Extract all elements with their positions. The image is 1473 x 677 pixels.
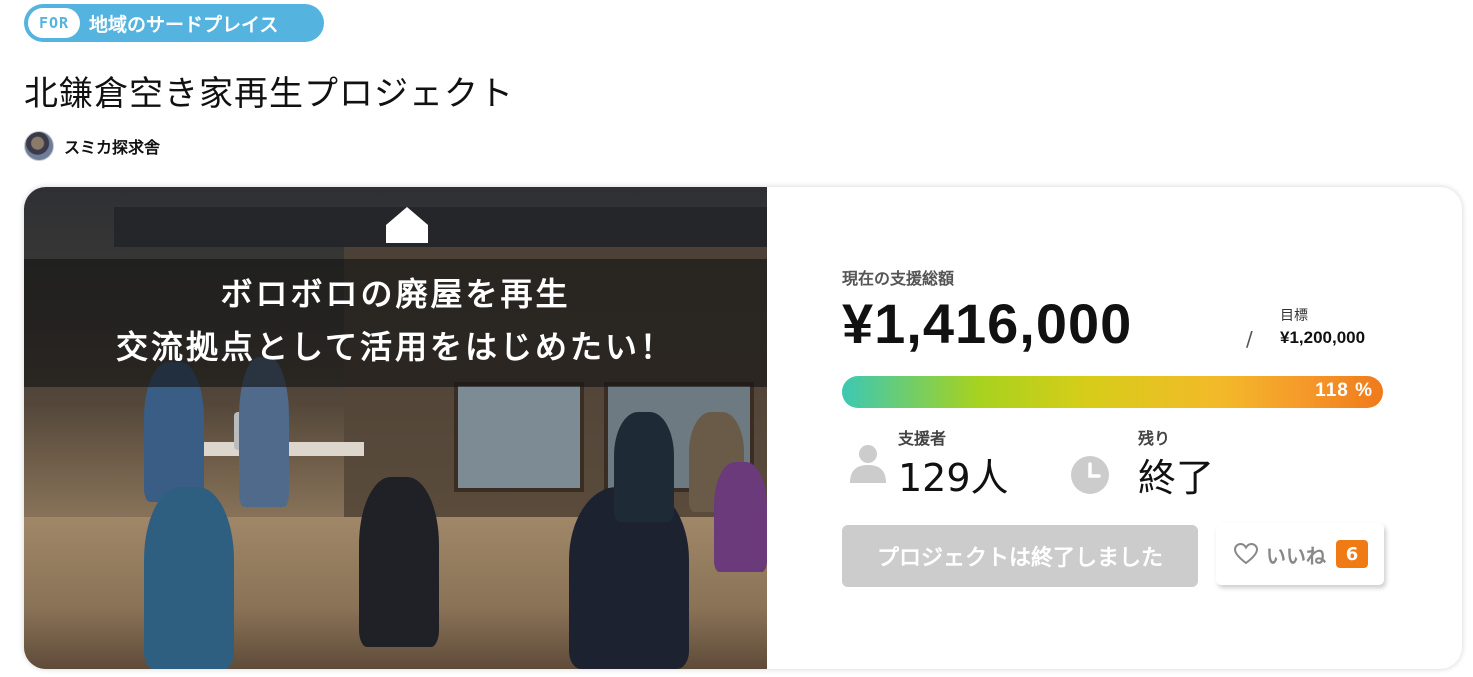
hero-image: ボロボロの廃屋を再生 交流拠点として活用をはじめたい！ xyxy=(24,187,767,669)
like-count-badge: 6 xyxy=(1336,540,1368,568)
remaining-value: 終了 xyxy=(1138,456,1215,500)
like-label: いいね xyxy=(1266,543,1326,568)
current-amount: ¥1,416,000 xyxy=(842,292,1133,355)
supporters-label: 支援者 xyxy=(898,429,947,448)
funding-panel: 現在の支援総額 ¥1,416,000 / 目標 ¥1,200,000 118 %… xyxy=(842,187,1442,669)
like-button[interactable]: いいね 6 xyxy=(1216,523,1384,585)
category-tag[interactable]: FOR 地域のサードプレイス xyxy=(24,4,324,42)
amount-separator: / xyxy=(1246,327,1253,351)
project-owner[interactable]: スミカ探求舎 xyxy=(24,131,160,161)
goal-amount: ¥1,200,000 xyxy=(1280,328,1366,347)
hero-headline-line1: ボロボロの廃屋を再生 xyxy=(220,275,571,313)
tag-label: 地域のサードプレイス xyxy=(89,13,279,36)
current-amount-label: 現在の支援総額 xyxy=(842,269,955,288)
person-icon xyxy=(850,445,886,483)
clock-icon xyxy=(1071,456,1109,494)
heart-icon xyxy=(1234,543,1258,565)
progress-bar: 118 % xyxy=(842,376,1383,408)
hero-headline-line2: 交流拠点として活用をはじめたい！ xyxy=(115,328,676,366)
avatar[interactable] xyxy=(24,131,54,161)
project-ended-button[interactable]: プロジェクトは終了しました xyxy=(842,525,1198,587)
remaining-label: 残り xyxy=(1138,429,1171,448)
project-title: 北鎌倉空き家再生プロジェクト xyxy=(24,74,514,114)
progress-percent: 118 % xyxy=(1315,380,1373,401)
tag-prefix: FOR xyxy=(28,8,80,38)
supporters-count: 129人 xyxy=(898,456,1009,500)
owner-name[interactable]: スミカ探求舎 xyxy=(64,134,160,158)
house-icon xyxy=(386,207,428,243)
project-card: ボロボロの廃屋を再生 交流拠点として活用をはじめたい！ 現在の支援総額 ¥1,4… xyxy=(24,187,1462,669)
goal-label: 目標 xyxy=(1280,308,1308,324)
